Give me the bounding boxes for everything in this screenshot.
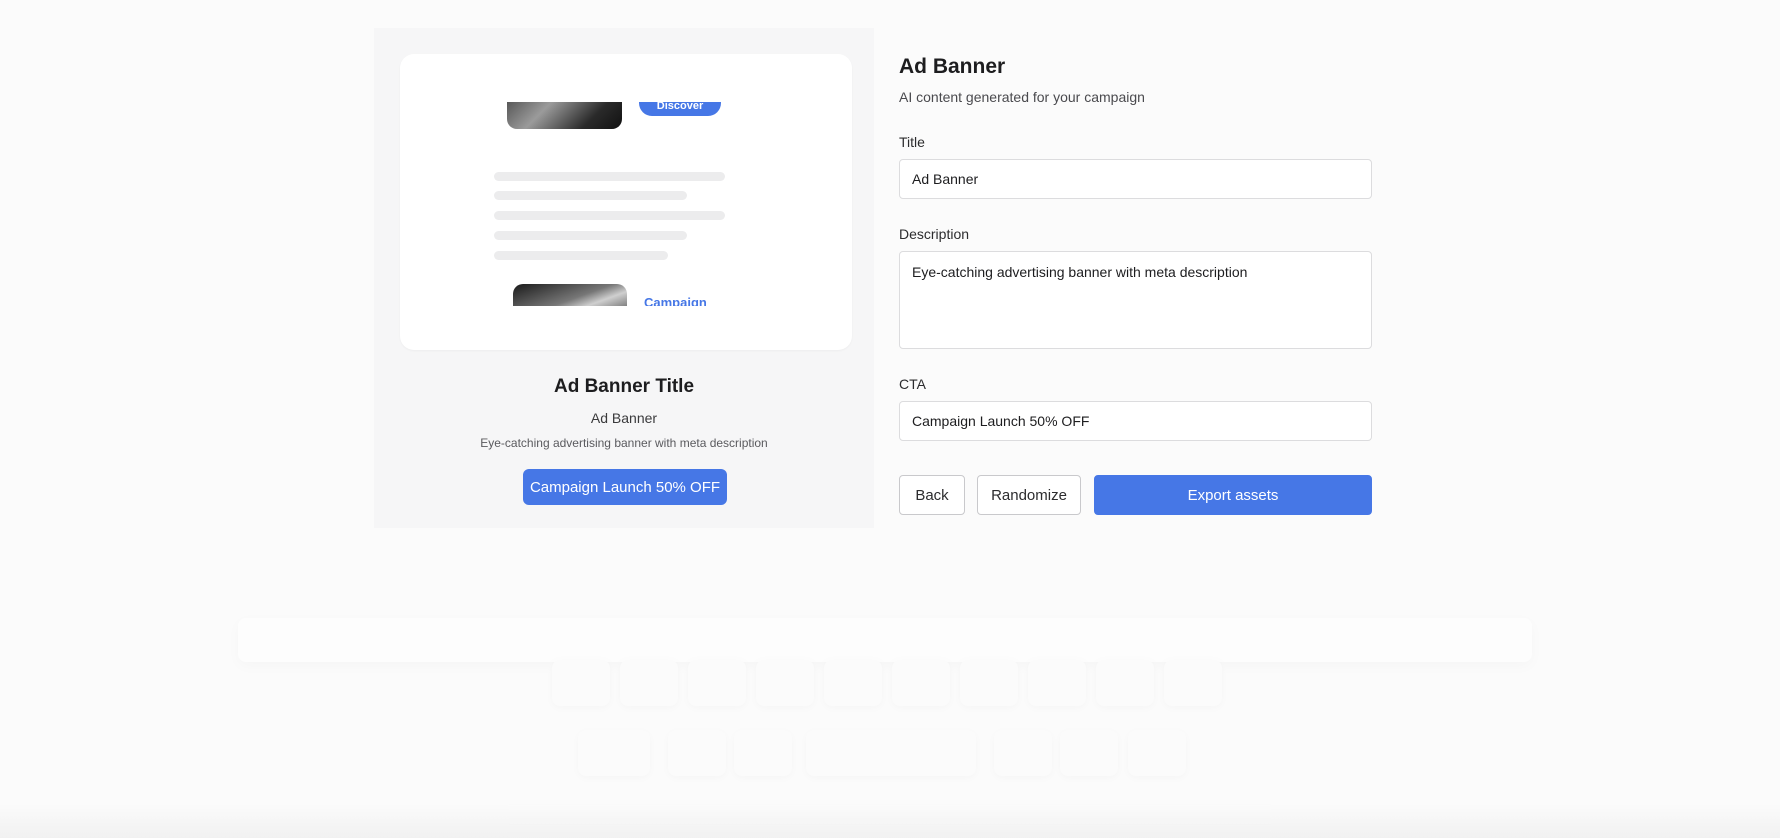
title-input[interactable] [899,159,1372,199]
ghost-key [552,660,610,706]
back-button[interactable]: Back [899,475,965,515]
bottom-fade [0,804,1780,838]
ghost-key [578,730,650,776]
mockup-text-line [494,191,687,200]
ghost-key [1164,660,1222,706]
preview-ad-name: Ad Banner [590,410,658,426]
preview-cta-button[interactable]: Campaign Launch 50% OFF [523,469,727,505]
randomize-button[interactable]: Randomize [977,475,1081,515]
description-textarea[interactable]: Eye-catching advertising banner with met… [899,251,1372,349]
preview-ad-description: Eye-catching advertising banner with met… [480,436,768,450]
ghost-key [1128,730,1186,776]
ghost-spacebar [806,730,976,776]
form-subtitle: AI content generated for your campaign [899,89,1145,105]
preview-ad-title: Ad Banner Title [553,376,695,397]
ghost-key [960,660,1018,706]
mockup-text-line [494,211,725,220]
ghost-key [734,730,792,776]
background-keyboard-ghost [0,600,1780,838]
cta-label: CTA [899,376,926,392]
form-heading: Ad Banner [899,55,1006,78]
ghost-key [892,660,950,706]
banner-preview-panel: Discover Campaign Ad Banner Title Ad Ban… [374,28,874,528]
banner-preview-card: Discover Campaign [400,54,852,350]
ghost-key [620,660,678,706]
ghost-key [756,660,814,706]
mockup-discover-button: Discover [639,102,721,116]
mockup-text-line [494,231,687,240]
ghost-key [1060,730,1118,776]
mockup-image-bottom [513,284,627,306]
ghost-input-bar [238,618,1532,662]
export-assets-button[interactable]: Export assets [1094,475,1372,515]
ghost-key [994,730,1052,776]
ghost-key [688,660,746,706]
mockup-text-line [494,172,725,181]
banner-mockup: Discover Campaign [494,102,730,306]
mockup-campaign-link: Campaign [644,295,707,306]
ghost-key [668,730,726,776]
mockup-text-line [494,251,668,260]
cta-input[interactable] [899,401,1372,441]
ghost-key [824,660,882,706]
ghost-key [1028,660,1086,706]
mockup-image-top [507,102,622,129]
title-label: Title [899,134,925,150]
description-label: Description [899,226,970,242]
ghost-key [1096,660,1154,706]
